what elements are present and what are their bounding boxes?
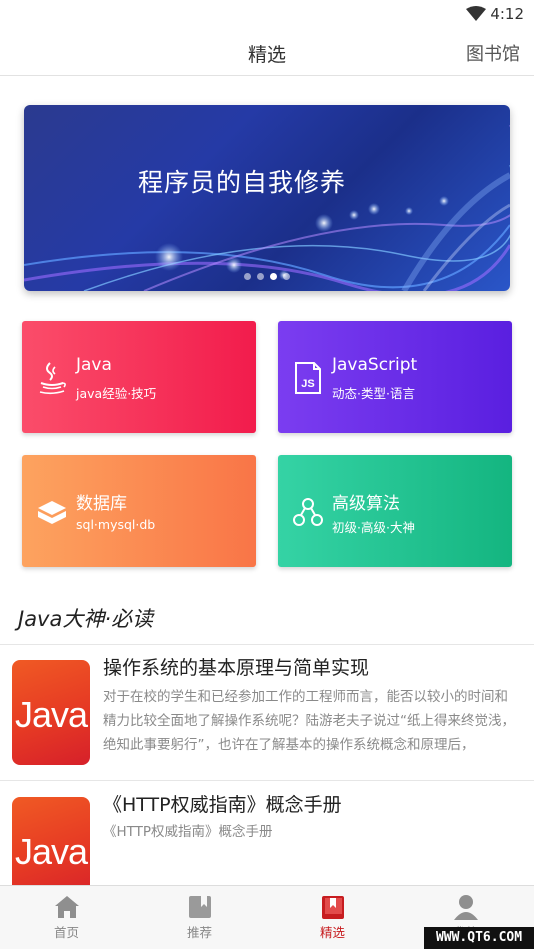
category-name: 高级算法 — [332, 494, 400, 514]
page-title: 精选 — [247, 44, 286, 66]
js-icon: JS — [295, 362, 321, 394]
carousel-dot[interactable] — [244, 273, 251, 280]
book-list-item[interactable]: Java 操作系统的基本原理与简单实现 对于在校的学生和已经参加工作的工程师而言… — [0, 645, 534, 781]
category-subtitle: 初级·高级·大神 — [332, 520, 415, 535]
tab-label: 精选 — [319, 925, 345, 940]
tab-label: 首页 — [53, 925, 79, 940]
book-title: 操作系统的基本原理与简单实现 — [103, 657, 370, 679]
category-name: Java — [76, 355, 112, 375]
book-description: 《HTTP权威指南》概念手册 — [103, 824, 273, 840]
tab-home[interactable]: 首页 — [0, 886, 133, 949]
algorithm-icon — [293, 498, 323, 526]
book-description: 对于在校的学生和已经参加工作的工程师而言，能否以较小的时间和精力比较全面地了解操… — [103, 689, 515, 753]
book-icon — [322, 896, 344, 919]
user-icon — [454, 895, 478, 920]
carousel-dot[interactable] — [283, 273, 290, 280]
book-cover: Java — [12, 660, 90, 765]
top-app-bar: 精选 图书馆 — [0, 30, 534, 76]
category-subtitle: java经验·技巧 — [76, 386, 157, 401]
library-link[interactable]: 图书馆 — [466, 40, 520, 66]
book-cover-text: Java — [14, 831, 88, 872]
category-card-database[interactable]: 数据库 sql·mysql·db — [22, 455, 256, 567]
book-cover-text: Java — [14, 694, 88, 735]
database-icon — [38, 501, 66, 524]
watermark: WWW.QT6.COM — [424, 927, 534, 949]
banner-title: 程序员的自我修养 — [137, 168, 346, 197]
banner-carousel[interactable]: 程序员的自我修养 — [24, 105, 510, 291]
category-subtitle: 动态·类型·语言 — [332, 386, 415, 401]
tab-recommend[interactable]: 推荐 — [133, 886, 266, 949]
status-bar: 4:12 — [0, 0, 534, 30]
tab-featured[interactable]: 精选 — [266, 886, 399, 949]
tab-label: 推荐 — [186, 925, 212, 940]
wifi-icon — [466, 6, 486, 21]
category-card-algorithm[interactable]: 高级算法 初级·高级·大神 — [278, 455, 512, 567]
carousel-dot[interactable] — [257, 273, 264, 280]
category-card-javascript[interactable]: JS JavaScript 动态·类型·语言 — [278, 321, 512, 433]
carousel-indicator — [244, 273, 290, 280]
home-icon — [55, 896, 79, 918]
carousel-dot-active[interactable] — [270, 273, 277, 280]
section-title: Java大神·必读 — [18, 607, 154, 631]
category-name: JavaScript — [332, 355, 418, 375]
book-title: 《HTTP权威指南》概念手册 — [103, 794, 342, 816]
category-card-java[interactable]: Java java经验·技巧 — [22, 321, 256, 433]
category-name: 数据库 — [76, 494, 127, 514]
svg-text:JS: JS — [301, 378, 314, 390]
status-time: 4:12 — [490, 5, 524, 23]
category-subtitle: sql·mysql·db — [76, 517, 156, 532]
bookmark-icon — [189, 896, 211, 918]
java-cup-icon — [39, 362, 66, 395]
